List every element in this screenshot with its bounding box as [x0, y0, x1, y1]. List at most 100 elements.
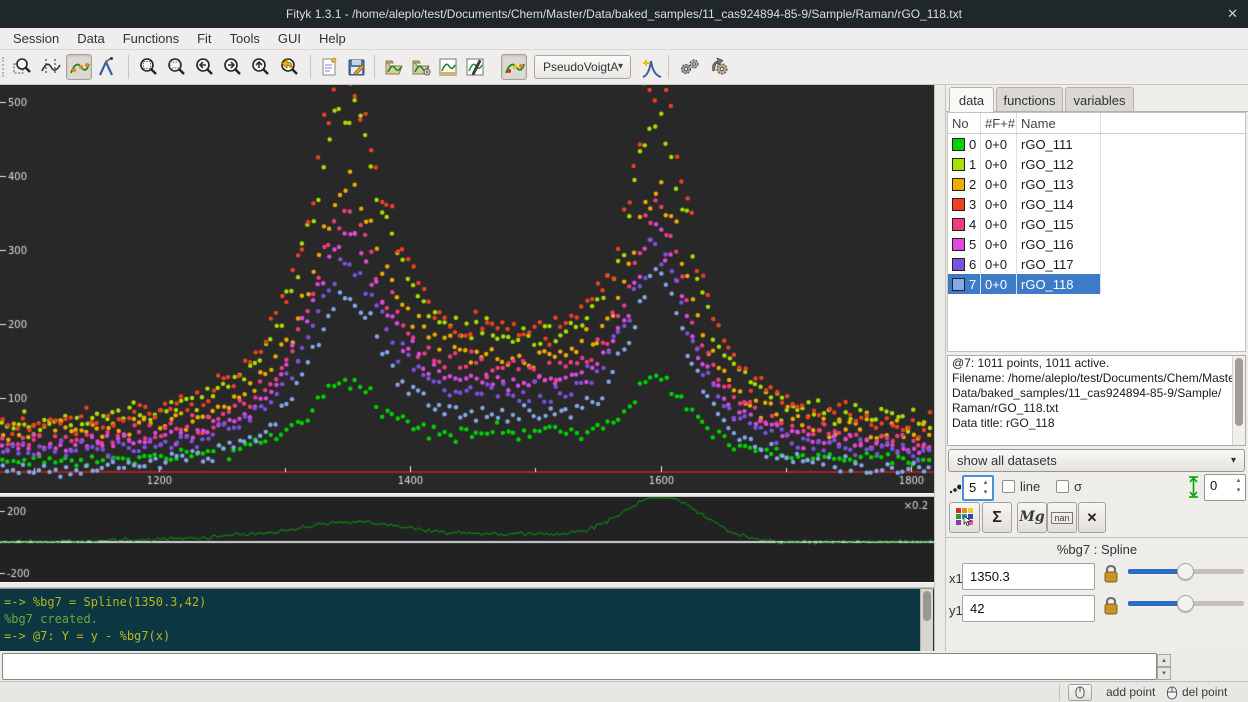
peak-type-dropdown[interactable]: PseudoVoigtA ▾: [534, 55, 631, 79]
data-range-mode-button[interactable]: [38, 54, 64, 80]
zoom-mode-button[interactable]: [10, 54, 36, 80]
vertical-splitter[interactable]: [934, 85, 946, 651]
console-scrollbar[interactable]: [920, 589, 933, 651]
info-line: Data/baked_samples/11_cas924894-85-9/Sam…: [948, 386, 1245, 401]
console-line: %bg7 created.: [4, 611, 934, 628]
zoom-in-button[interactable]: [136, 54, 162, 80]
table-row-rGO_114[interactable]: 30+0rGO_114: [948, 194, 1245, 214]
param-x1-label: x1: [949, 571, 963, 586]
console-line: =-> @7: Y = y - %bg7(x): [4, 628, 934, 645]
x1-slider[interactable]: [1128, 563, 1244, 580]
info-line: Raman/rGO_118.txt: [948, 401, 1245, 416]
dataset-color-swatch[interactable]: [952, 238, 965, 251]
add-peak-mode-button[interactable]: [94, 54, 120, 80]
menu-tools[interactable]: Tools: [221, 28, 269, 50]
lock-icon[interactable]: [1103, 596, 1119, 615]
input-history-down-icon[interactable]: ▾: [1157, 667, 1171, 680]
command-input[interactable]: [2, 653, 1157, 680]
background-mode-button[interactable]: [66, 54, 92, 80]
table-row-rGO_115[interactable]: 40+0rGO_115: [948, 214, 1245, 234]
dataset-color-swatch[interactable]: [952, 258, 965, 271]
zoom-up-button[interactable]: [248, 54, 274, 80]
close-window-icon[interactable]: ✕: [1227, 0, 1238, 28]
dataset-color-swatch[interactable]: [952, 198, 965, 211]
spin-up-icon: ▴: [984, 479, 988, 486]
status-bar: add point del point: [0, 681, 1248, 702]
y-shift-value: 0: [1210, 478, 1217, 493]
mouse-left-hint: add point: [1106, 685, 1155, 699]
save-session-icon: [347, 57, 367, 77]
table-row-rGO_113[interactable]: 20+0rGO_113: [948, 174, 1245, 194]
info-scrollbar[interactable]: [1232, 356, 1245, 445]
dataset-color-swatch[interactable]: [952, 178, 965, 191]
zoom-select-button[interactable]: [164, 54, 190, 80]
console-output: =-> %bg7 = Spline(1350.3,42)%bg7 created…: [0, 588, 934, 651]
table-row-rGO_112[interactable]: 10+0rGO_112: [948, 154, 1245, 174]
table-row-rGO_116[interactable]: 50+0rGO_116: [948, 234, 1245, 254]
menu-session[interactable]: Session: [4, 28, 68, 50]
line-checkbox[interactable]: [1002, 480, 1015, 493]
point-size-spinner[interactable]: 5 ▴ ▾: [962, 475, 994, 501]
peak-type-label: PseudoVoigtA: [543, 60, 618, 74]
menu-gui[interactable]: GUI: [269, 28, 310, 50]
dataset-colors-button[interactable]: [949, 502, 980, 533]
param-y1-input[interactable]: 42: [962, 595, 1095, 622]
y1-slider[interactable]: [1128, 595, 1244, 612]
zoom-left-button[interactable]: [192, 54, 218, 80]
dataset-color-swatch[interactable]: [952, 218, 965, 231]
menu-data[interactable]: Data: [68, 28, 113, 50]
edit-transforms-button[interactable]: [462, 54, 488, 80]
nan-icon: nan: [1051, 512, 1072, 524]
panel-separator: [946, 537, 1248, 538]
fit-undo-button[interactable]: [706, 54, 732, 80]
menu-functions[interactable]: Functions: [114, 28, 188, 50]
table-row-rGO_117[interactable]: 60+0rGO_117: [948, 254, 1245, 274]
x1-slider-handle[interactable]: [1177, 563, 1194, 580]
run-fit-button[interactable]: [676, 54, 702, 80]
save-session-button[interactable]: [344, 54, 370, 80]
param-x1-input[interactable]: 1350.3: [962, 563, 1095, 590]
point-size-value: 5: [969, 480, 976, 495]
zoom-previous-button[interactable]: [276, 54, 302, 80]
dataset-color-swatch[interactable]: [952, 278, 965, 291]
mouse-right-hint: del point: [1182, 685, 1227, 699]
transform-button[interactable]: Mg: [1017, 502, 1047, 533]
main-plot-canvas[interactable]: [0, 85, 934, 493]
dataset-color-swatch[interactable]: [952, 138, 965, 151]
input-history-up-icon[interactable]: ▴: [1157, 654, 1171, 667]
session-log-button[interactable]: [316, 54, 342, 80]
zoom-select-icon: [167, 57, 187, 77]
add-peak-mode-icon: [97, 57, 117, 77]
add-function-button[interactable]: [638, 54, 664, 80]
mouse-icon: [1166, 686, 1178, 700]
dataset-color-swatch[interactable]: [952, 158, 965, 171]
y-shift-spinner[interactable]: 0 ▴▾: [1204, 474, 1246, 501]
zoom-right-button[interactable]: [220, 54, 246, 80]
tab-variables[interactable]: variables: [1065, 87, 1134, 112]
info-scrollbar-thumb[interactable]: [1235, 358, 1243, 426]
nan-button[interactable]: nan: [1047, 502, 1077, 533]
menu-fit[interactable]: Fit: [188, 28, 220, 50]
menu-help[interactable]: Help: [310, 28, 355, 50]
toolbar-handle[interactable]: [2, 57, 5, 77]
load-data-button[interactable]: [381, 54, 407, 80]
table-row-rGO_118[interactable]: 70+0rGO_118: [948, 274, 1245, 294]
load-data-custom-button[interactable]: [408, 54, 434, 80]
y-shift-icon: [1188, 476, 1199, 498]
session-log-icon: [319, 57, 339, 77]
spin-down-icon: ▾: [984, 489, 988, 496]
aux-plot-canvas[interactable]: [0, 497, 934, 582]
show-datasets-dropdown[interactable]: show all datasets ▾: [948, 449, 1245, 472]
sigma-checkbox[interactable]: [1056, 480, 1069, 493]
auto-add-peak-button[interactable]: [501, 54, 527, 80]
mouse-hint-button[interactable]: [1068, 684, 1092, 701]
console-scrollbar-thumb[interactable]: [923, 591, 931, 621]
tab-data[interactable]: data: [949, 87, 994, 112]
data-editor-button[interactable]: [435, 54, 461, 80]
table-row-rGO_111[interactable]: 00+0rGO_111: [948, 134, 1245, 154]
delete-dataset-button[interactable]: ✕: [1078, 502, 1106, 533]
lock-icon[interactable]: [1103, 564, 1119, 583]
sum-button[interactable]: Σ: [982, 502, 1012, 533]
y1-slider-handle[interactable]: [1177, 595, 1194, 612]
tab-functions[interactable]: functions: [996, 87, 1063, 112]
